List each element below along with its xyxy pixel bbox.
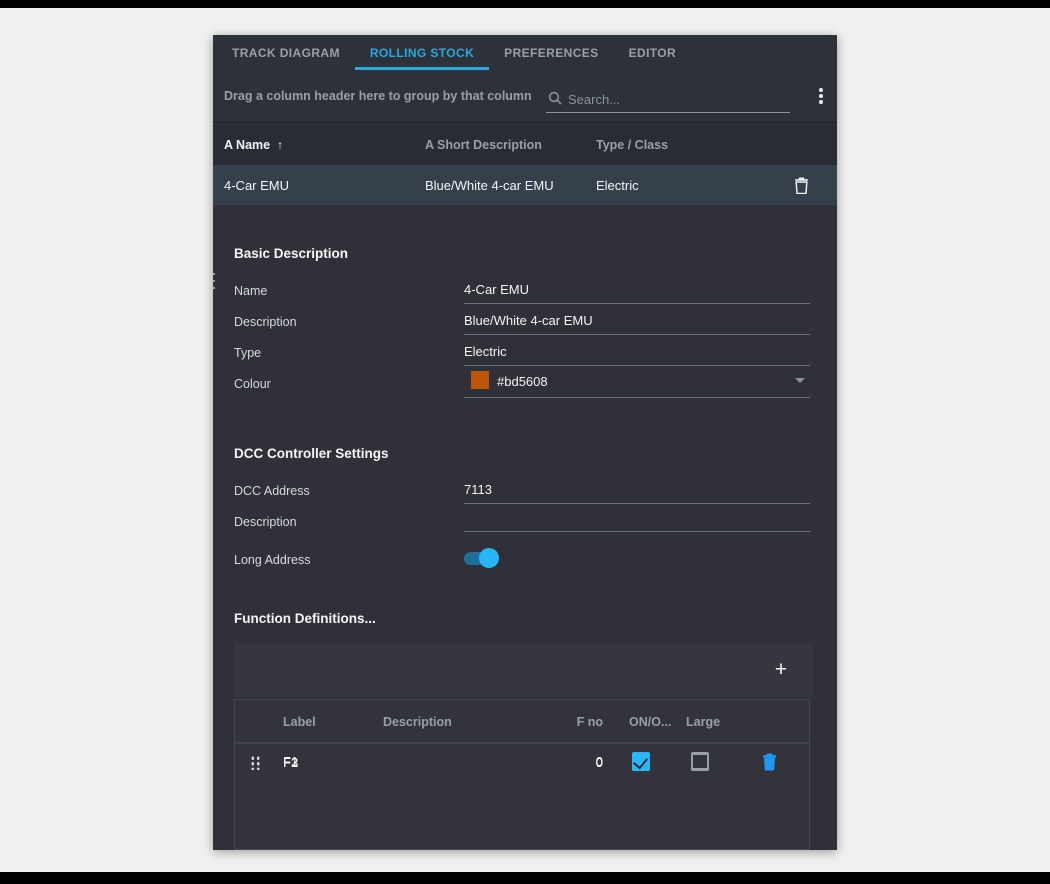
section-title-basic-description: Basic Description	[234, 246, 348, 261]
detail-panel: Basic Description Name 4-Car EMU Descrip…	[213, 207, 837, 850]
description-field[interactable]: Blue/White 4-car EMU	[464, 313, 810, 335]
grid-toolbar: Drag a column header here to group by th…	[213, 70, 837, 123]
cell-type-class: Electric	[596, 165, 766, 205]
fn-column-fno[interactable]: F no	[565, 700, 603, 743]
delete-row-button[interactable]	[792, 176, 810, 194]
type-field-label: Type	[234, 346, 261, 360]
chevron-down-icon[interactable]	[795, 378, 805, 383]
dcc-description-field[interactable]	[464, 513, 810, 532]
function-grid-toolbar: +	[234, 644, 813, 697]
cell-name: 4-Car EMU	[224, 165, 424, 205]
trash-icon	[762, 754, 777, 771]
function-grid: Label Description F no ON/O... Large F1 …	[234, 699, 810, 850]
section-title-dcc-settings: DCC Controller Settings	[234, 446, 389, 461]
top-black-bar	[0, 0, 1050, 8]
colour-value: #bd5608	[497, 374, 548, 389]
grid-header-row: A Name ↑ A Short Description Type / Clas…	[213, 125, 837, 165]
app-window: TRACK DIAGRAM ROLLING STOCK PREFERENCES …	[213, 35, 837, 850]
onoff-checkbox[interactable]	[632, 753, 650, 771]
fn-cell-label[interactable]: F3	[283, 744, 298, 781]
type-field[interactable]: Electric	[464, 344, 810, 366]
long-address-toggle[interactable]	[464, 548, 502, 568]
description-field-label: Description	[234, 315, 297, 329]
table-row-selected[interactable]: 4-Car EMU Blue/White 4-car EMU Electric	[213, 165, 837, 205]
drag-handle-icon[interactable]	[249, 755, 260, 770]
colour-field-label: Colour	[234, 377, 271, 391]
colour-swatch	[471, 371, 489, 389]
tab-editor[interactable]: EDITOR	[614, 35, 692, 70]
tab-bar: TRACK DIAGRAM ROLLING STOCK PREFERENCES …	[213, 35, 837, 70]
add-function-button[interactable]: +	[768, 657, 794, 683]
function-row-f3[interactable]: F3 0	[235, 743, 809, 780]
colour-dropdown[interactable]: #bd5608	[464, 373, 810, 398]
search-icon	[548, 91, 562, 105]
column-header-name[interactable]: A Name ↑	[224, 125, 424, 165]
tab-label: TRACK DIAGRAM	[232, 46, 340, 60]
tab-label: ROLLING STOCK	[370, 46, 474, 60]
trash-icon	[794, 177, 809, 194]
column-header-type-class[interactable]: Type / Class	[596, 125, 766, 165]
fn-column-large[interactable]: Large	[686, 700, 720, 743]
dcc-description-label: Description	[234, 515, 297, 529]
large-checkbox[interactable]	[691, 753, 709, 771]
name-field-label: Name	[234, 284, 267, 298]
tab-rolling-stock[interactable]: ROLLING STOCK	[355, 35, 489, 70]
fn-column-onoff[interactable]: ON/O...	[629, 700, 671, 743]
dcc-address-field[interactable]: 7113	[464, 482, 810, 504]
function-grid-header: Label Description F no ON/O... Large	[235, 700, 809, 743]
name-field[interactable]: 4-Car EMU	[464, 282, 810, 304]
fn-column-description[interactable]: Description	[383, 700, 452, 743]
cell-short-description: Blue/White 4-car EMU	[425, 165, 595, 205]
panel-resize-grip[interactable]	[213, 273, 216, 289]
delete-function-button[interactable]	[762, 754, 779, 771]
tab-label: EDITOR	[629, 46, 677, 60]
kebab-menu-icon[interactable]	[811, 83, 831, 109]
section-title-function-definitions: Function Definitions...	[234, 611, 376, 626]
search-box	[546, 86, 790, 113]
sort-ascending-icon: ↑	[277, 138, 283, 152]
search-input[interactable]	[568, 92, 790, 107]
fn-column-label[interactable]: Label	[283, 700, 316, 743]
toggle-thumb	[479, 548, 499, 568]
column-header-short-description[interactable]: A Short Description	[425, 125, 595, 165]
fn-cell-fno[interactable]: 0	[565, 744, 603, 781]
long-address-label: Long Address	[234, 553, 310, 567]
group-by-hint[interactable]: Drag a column header here to group by th…	[224, 89, 532, 103]
bottom-black-bar	[0, 872, 1050, 884]
tab-label: PREFERENCES	[504, 46, 598, 60]
dcc-address-label: DCC Address	[234, 484, 310, 498]
screen: TRACK DIAGRAM ROLLING STOCK PREFERENCES …	[0, 0, 1050, 884]
tab-preferences[interactable]: PREFERENCES	[489, 35, 613, 70]
tab-track-diagram[interactable]: TRACK DIAGRAM	[217, 35, 355, 70]
